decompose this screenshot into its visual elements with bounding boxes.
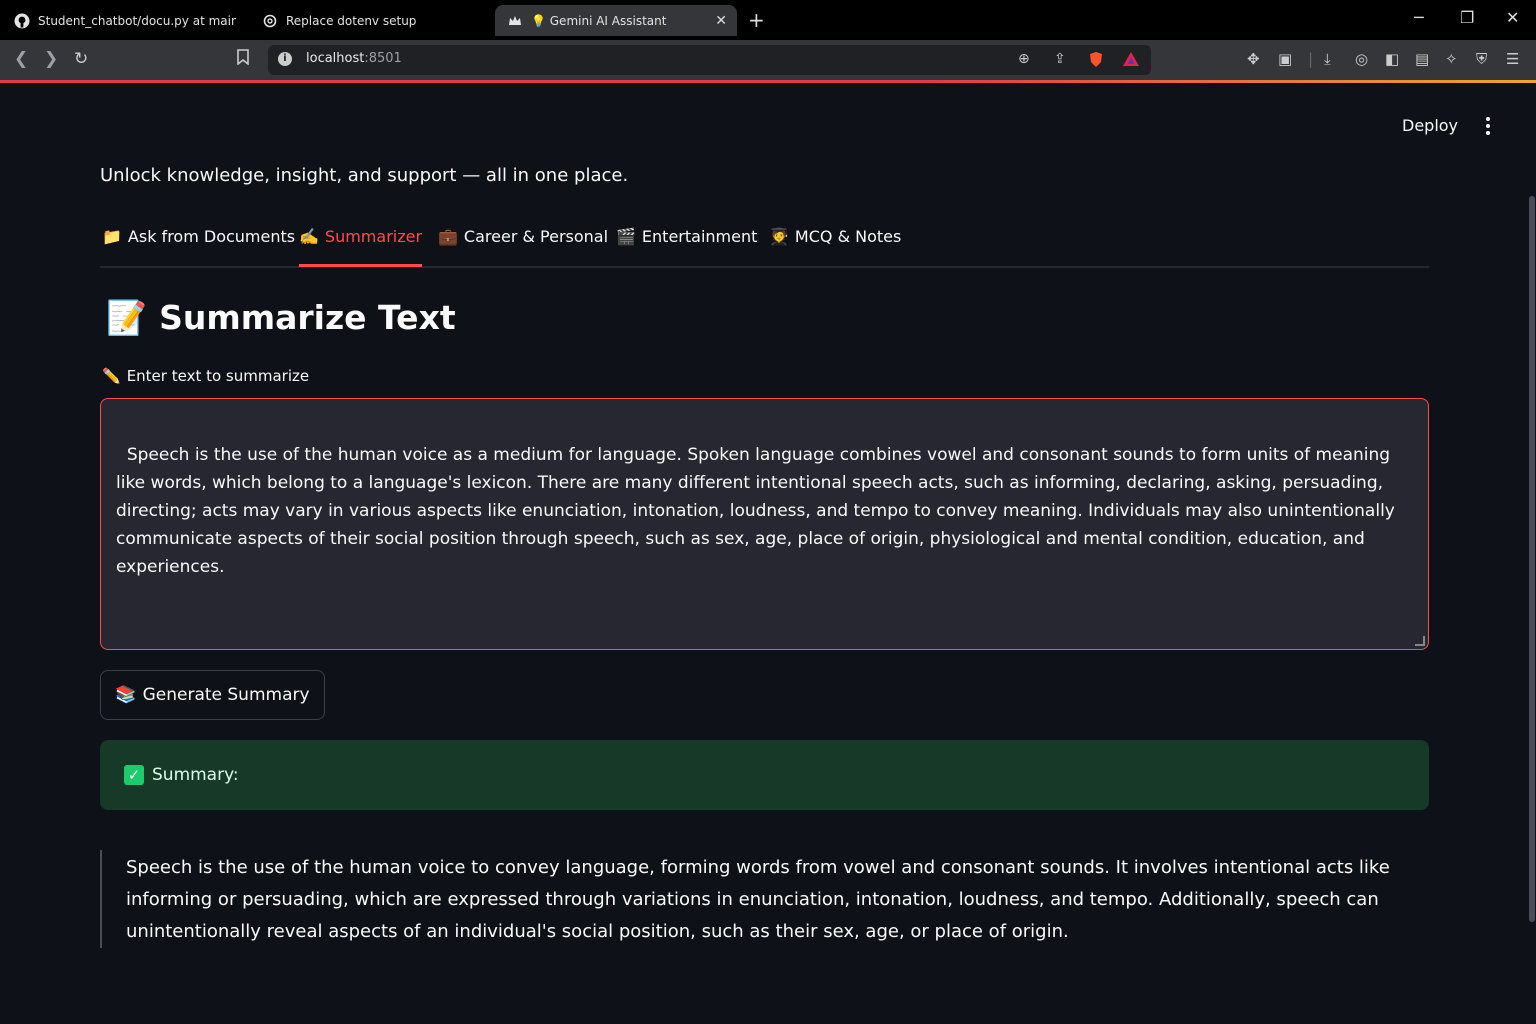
browser-tab-title: Replace dotenv setup xyxy=(286,13,417,28)
restore-icon[interactable]: ❐ xyxy=(1460,8,1474,27)
main-menu-icon[interactable] xyxy=(1478,114,1498,138)
tagline: Unlock knowledge, insight, and support —… xyxy=(100,165,629,186)
page-title-text: Summarize Text xyxy=(159,298,456,337)
writing-hand-icon: ✍️ xyxy=(299,227,319,246)
tab-label: Summarizer xyxy=(324,227,423,246)
openai-icon xyxy=(262,13,278,29)
tab-mcq-notes[interactable]: 🧑‍🎓 MCQ & Notes xyxy=(769,227,901,264)
menu-icon[interactable]: ☰ xyxy=(1506,50,1519,68)
close-window-icon[interactable]: ✕ xyxy=(1506,8,1519,27)
generate-summary-button[interactable]: 📚 Generate Summary xyxy=(100,670,325,720)
clapper-board-icon: 🎬 xyxy=(616,227,636,246)
input-label-text: Enter text to summarize xyxy=(126,367,310,385)
scrollbar[interactable] xyxy=(1529,196,1535,922)
tab-ask-from-documents[interactable]: 📁 Ask from Documents xyxy=(102,227,295,264)
downloads-icon[interactable]: ⤓ xyxy=(1324,50,1331,68)
folder-icon: 📁 xyxy=(102,227,122,246)
success-alert: ✓ Summary: xyxy=(100,740,1429,810)
summarize-text-area[interactable]: Speech is the use of the human voice as … xyxy=(100,398,1429,650)
share-icon[interactable]: ⇪ xyxy=(1054,51,1066,67)
browser-tab-openai[interactable]: Replace dotenv setup xyxy=(262,5,484,36)
student-icon: 🧑‍🎓 xyxy=(769,227,789,246)
browser-tab-bar: Student_chatbot/docu.py at main · Sa Rep… xyxy=(0,0,1536,40)
forward-icon[interactable]: ❯ xyxy=(44,49,58,69)
pencil-icon: ✏️ xyxy=(102,367,121,385)
github-icon xyxy=(14,13,30,29)
summary-text: Speech is the use of the human voice to … xyxy=(126,857,1390,942)
site-info-icon[interactable]: i xyxy=(278,52,292,66)
tab-list: 📁 Ask from Documents ✍️ Summarizer 💼 Career… xyxy=(100,222,1429,268)
text-area-value: Speech is the use of the human voice as … xyxy=(116,445,1401,577)
summary-output: Speech is the use of the human voice to … xyxy=(100,850,1429,948)
page-title: 📝 Summarize Text xyxy=(106,298,456,338)
toolbar-divider: | xyxy=(1308,50,1314,68)
tab-label: Entertainment xyxy=(641,227,758,246)
resize-handle[interactable] xyxy=(1415,636,1425,646)
new-tab-icon[interactable]: + xyxy=(748,8,765,32)
memo-icon: 📝 xyxy=(106,298,148,337)
browser-tab-github[interactable]: Student_chatbot/docu.py at main · Sa xyxy=(14,5,236,36)
deploy-button[interactable]: Deploy xyxy=(1402,116,1458,135)
generate-summary-label: Generate Summary xyxy=(142,685,310,705)
briefcase-icon: 💼 xyxy=(438,227,458,246)
address-bar[interactable]: i localhost:8501 ⊕ ⇪ xyxy=(268,45,1151,75)
success-label: Summary: xyxy=(152,765,239,785)
input-label: ✏️ Enter text to summarize xyxy=(102,367,309,385)
page-load-bar xyxy=(0,80,1536,83)
sidebar-icon[interactable]: ◧ xyxy=(1385,50,1399,68)
browser-tab-title: 💡 Gemini AI Assistant xyxy=(531,13,667,28)
check-mark-icon: ✓ xyxy=(124,765,144,785)
wallet-icon[interactable]: ▤ xyxy=(1415,50,1429,68)
sparkle-icon[interactable]: ✧ xyxy=(1445,50,1458,68)
reload-icon[interactable]: ↻ xyxy=(74,49,88,69)
browser-toolbar: ❮ ❯ ↻ i localhost:8501 ⊕ ⇪ ✥ ▣ | ⤓ ◎ ◧ ▤… xyxy=(0,40,1536,80)
browser-tab-gemini[interactable]: 💡 Gemini AI Assistant ✕ xyxy=(495,5,737,36)
brave-rewards-icon[interactable] xyxy=(1122,51,1140,71)
brave-shields-icon[interactable] xyxy=(1088,51,1104,72)
leo-ai-icon[interactable]: ◎ xyxy=(1355,50,1368,68)
tab-label: Career & Personal xyxy=(463,227,609,246)
browser-tab-title: Student_chatbot/docu.py at main · Sa xyxy=(38,13,236,28)
streamlit-crown-icon xyxy=(507,13,523,29)
tab-label: Ask from Documents xyxy=(127,227,296,246)
back-icon[interactable]: ❮ xyxy=(14,49,28,69)
bookmark-icon[interactable] xyxy=(236,49,250,70)
tab-career-personal[interactable]: 💼 Career & Personal xyxy=(438,227,608,264)
books-icon: 📚 xyxy=(115,685,137,705)
url-text: localhost:8501 xyxy=(306,51,402,66)
tab-entertainment[interactable]: 🎬 Entertainment xyxy=(616,227,757,264)
close-tab-icon[interactable]: ✕ xyxy=(715,13,727,29)
zoom-icon[interactable]: ⊕ xyxy=(1018,51,1030,67)
vpn-shield-icon[interactable]: ⛨ xyxy=(1476,50,1487,68)
minimize-icon[interactable]: ─ xyxy=(1414,8,1424,27)
reading-list-icon[interactable]: ▣ xyxy=(1278,50,1292,68)
tab-summarizer[interactable]: ✍️ Summarizer xyxy=(299,227,423,267)
extensions-icon[interactable]: ✥ xyxy=(1247,50,1260,68)
tab-label: MCQ & Notes xyxy=(794,227,902,246)
